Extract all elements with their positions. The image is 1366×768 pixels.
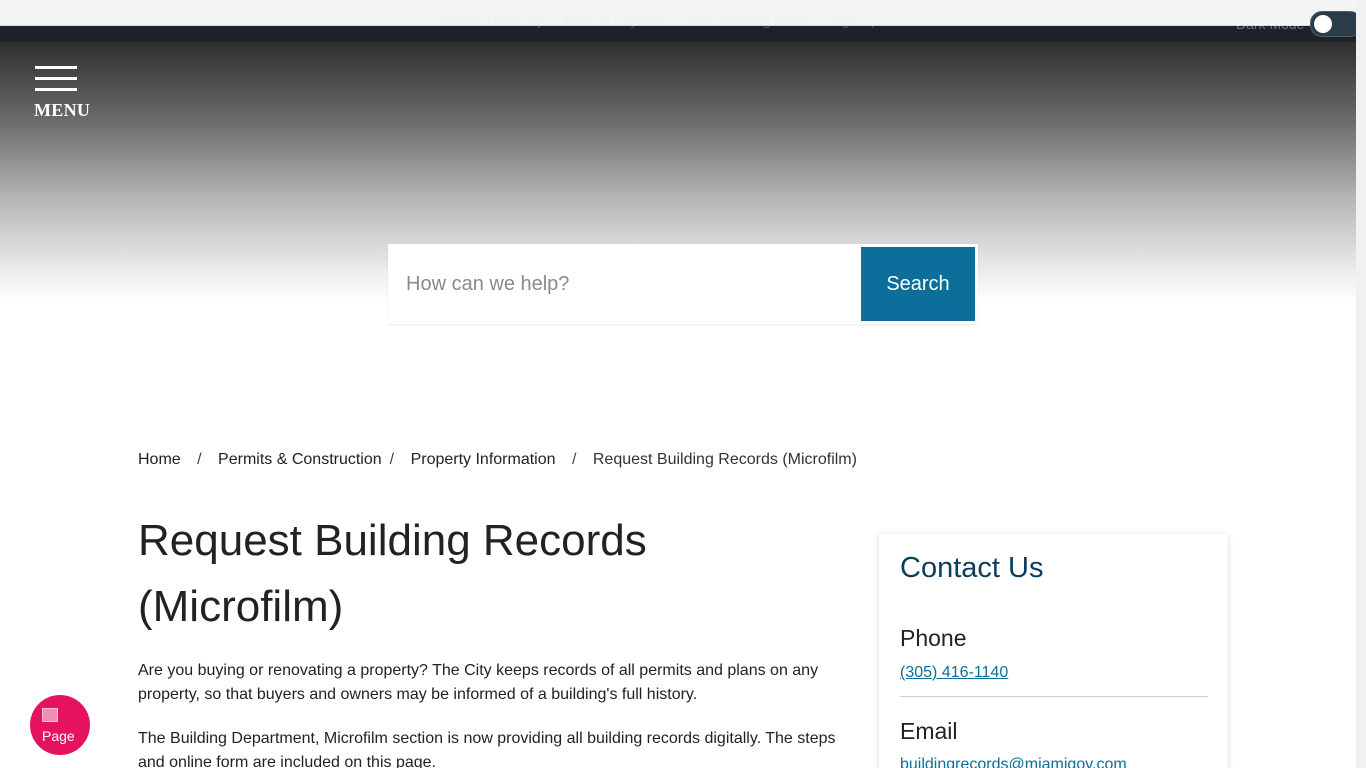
floating-page-badge[interactable]: Page [30,695,90,755]
search-input[interactable] [388,244,866,324]
hamburger-icon [35,66,77,92]
contact-card: Contact Us Phone (305) 416-1140 Email bu… [879,534,1228,768]
intro-paragraph: Are you buying or renovating a property?… [138,662,819,703]
page: Service Directory Make a Payment Get Bre… [0,0,1366,768]
utility-links: Service Directory Make a Payment Get Bre… [437,12,879,28]
page-title: Request Building Records (Microfilm) [138,516,647,631]
dark-mode-label: Dark Mode [1236,16,1305,32]
breadcrumb-separator: / [197,451,202,468]
menu-label: MENU [34,100,91,120]
utility-link-make-payment[interactable]: Make a Payment [564,12,669,28]
menu-button[interactable]: MENU [34,66,96,122]
badge-text: Page [42,728,75,744]
toggle-knob [1314,15,1333,33]
search-button[interactable]: Search [861,247,975,321]
breadcrumb-home[interactable]: Home [138,451,181,468]
utility-bar: Service Directory Make a Payment Get Bre… [0,0,1366,42]
email-label: Email [900,718,958,744]
utility-link-sign-up[interactable]: Sign Up [829,12,879,28]
digital-records-paragraph: The Building Department, Microfilm secti… [138,730,836,768]
email-link[interactable]: buildingrecords@miamigov.com [900,756,1127,768]
contact-divider [900,696,1208,697]
breadcrumb-permits-construction[interactable]: Permits & Construction [218,451,382,468]
breadcrumb-separator: / [571,451,577,468]
breadcrumb-current: Request Building Records (Microfilm) [592,451,857,468]
breadcrumb: Home / Permits & Construction / Property … [138,451,857,469]
breadcrumb-property-information[interactable]: Property Information [411,451,556,468]
phone-label: Phone [900,625,967,651]
phone-link[interactable]: (305) 416-1140 [900,664,1008,682]
scrollbar[interactable] [1356,0,1366,768]
utility-link-service-directory[interactable]: Service Directory [437,12,544,28]
contact-title: Contact Us [900,552,1044,584]
utility-link-breaking-news[interactable]: Get Breaking News [689,12,810,28]
toggle-switch[interactable] [1310,11,1363,37]
breadcrumb-separator: / [389,451,395,468]
broken-image-icon [42,708,58,722]
search-box: Search [388,244,978,324]
dark-mode-toggle[interactable]: Dark Mode [1236,11,1363,37]
